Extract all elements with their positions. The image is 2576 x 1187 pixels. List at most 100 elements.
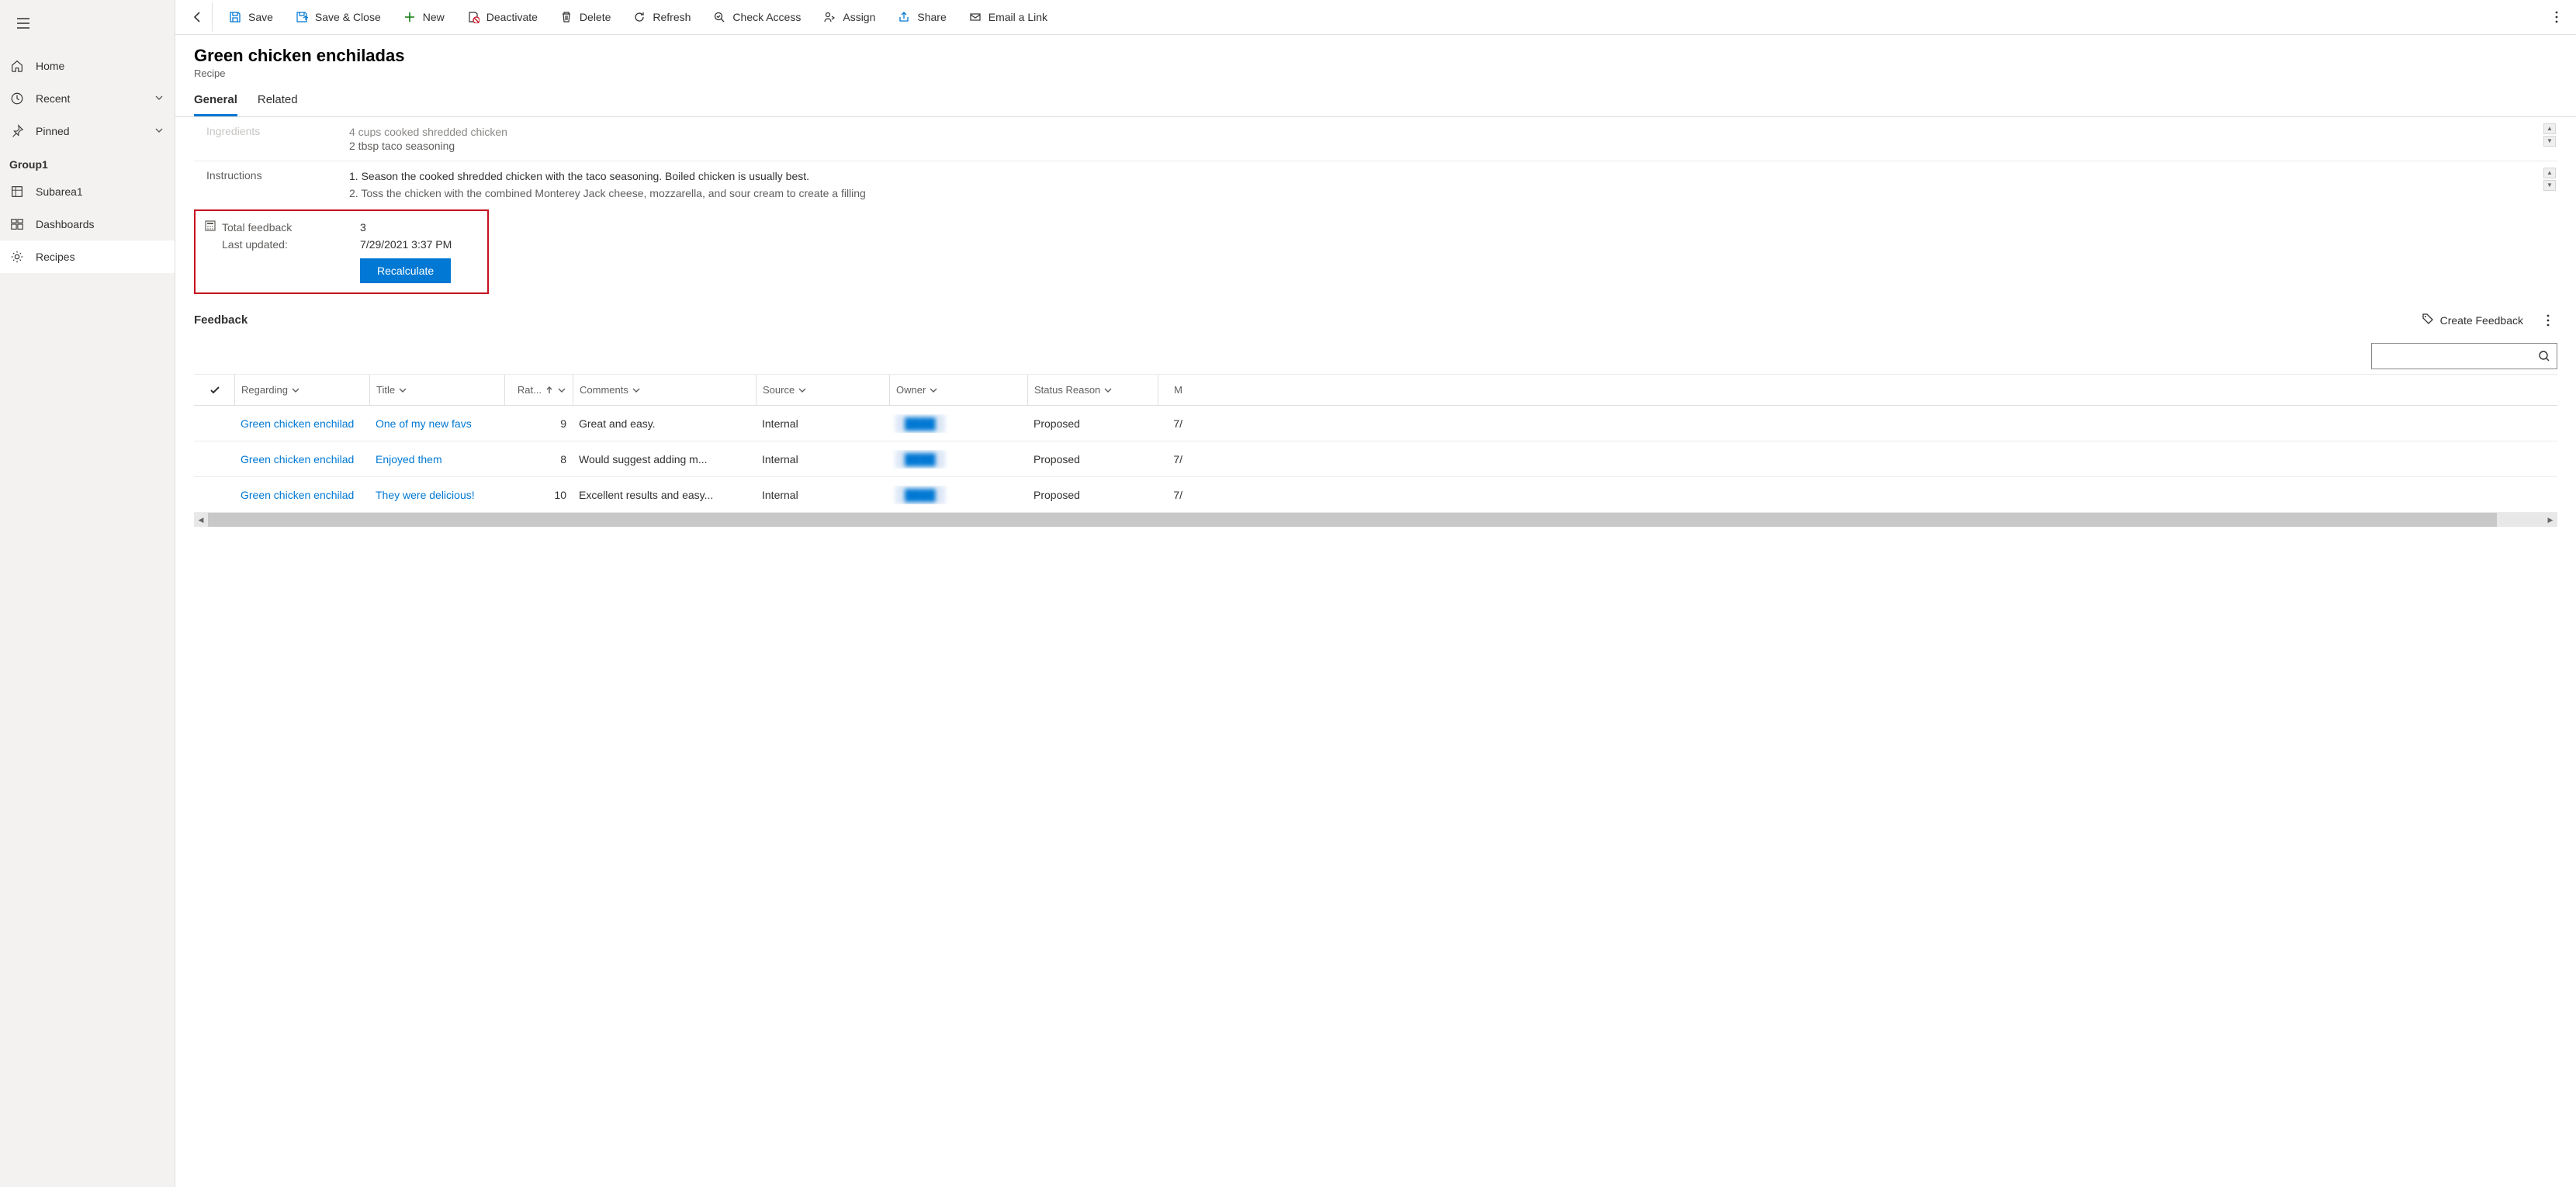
- chevron-down-icon: [154, 125, 165, 137]
- nav-subarea1[interactable]: Subarea1: [0, 175, 175, 208]
- arrow-up-icon: [545, 386, 554, 395]
- select-all-checkbox[interactable]: [194, 375, 234, 406]
- cell-comments: Great and easy.: [573, 417, 756, 430]
- scroll-down-icon[interactable]: ▼: [2543, 180, 2556, 191]
- nav-home[interactable]: Home: [0, 50, 175, 82]
- cell-owner[interactable]: ████: [889, 450, 1027, 469]
- tabs: General Related: [175, 79, 2576, 117]
- chevron-down-icon: [929, 386, 938, 395]
- feedback-table: Regarding Title Rat... Comments: [194, 374, 2557, 527]
- email-link-button[interactable]: Email a Link: [957, 2, 1058, 32]
- check-access-icon: [712, 10, 726, 24]
- save-label: Save: [248, 11, 273, 23]
- new-button[interactable]: New: [392, 2, 455, 32]
- chevron-down-icon: [798, 386, 807, 395]
- deactivate-icon: [466, 10, 480, 24]
- check-access-button[interactable]: Check Access: [701, 2, 812, 32]
- delete-button[interactable]: Delete: [549, 2, 621, 32]
- instructions-line2: 2. Toss the chicken with the combined Mo…: [349, 185, 2557, 202]
- create-feedback-button[interactable]: Create Feedback: [2422, 313, 2523, 327]
- new-label: New: [423, 11, 445, 23]
- ingredients-row: Ingredients 4 cups cooked shredded chick…: [194, 117, 2557, 161]
- ingredients-line1: 4 cups cooked shredded chicken: [349, 123, 2557, 137]
- assign-button[interactable]: Assign: [812, 2, 886, 32]
- scroll-up-icon[interactable]: ▲: [2543, 168, 2556, 178]
- home-icon: [9, 59, 25, 73]
- tab-general[interactable]: General: [194, 93, 237, 116]
- col-m[interactable]: M: [1158, 375, 1189, 406]
- feedback-more-button[interactable]: [2539, 314, 2557, 327]
- sidebar: Home Recent Pinned Group1 Subarea1 Dashb…: [0, 0, 175, 1187]
- col-status[interactable]: Status Reason: [1027, 375, 1158, 406]
- tab-related[interactable]: Related: [258, 93, 298, 116]
- back-button[interactable]: [183, 2, 213, 32]
- hamburger-button[interactable]: [8, 8, 39, 39]
- cell-regarding[interactable]: Green chicken enchilad: [234, 417, 369, 430]
- deactivate-label: Deactivate: [486, 11, 538, 23]
- table-row[interactable]: Green chicken enchiladEnjoyed them8Would…: [194, 441, 2557, 477]
- scroll-down-icon[interactable]: ▼: [2543, 136, 2556, 147]
- save-close-button[interactable]: Save & Close: [284, 2, 392, 32]
- ingredients-line2: 2 tbsp taco seasoning: [349, 137, 2557, 154]
- col-rating[interactable]: Rat...: [504, 375, 573, 406]
- cell-rating: 8: [504, 453, 573, 465]
- trash-icon: [559, 10, 573, 24]
- table-row[interactable]: Green chicken enchiladOne of my new favs…: [194, 406, 2557, 441]
- arrow-left-icon: [192, 11, 204, 23]
- cell-comments: Would suggest adding m...: [573, 453, 756, 465]
- save-icon: [228, 10, 242, 24]
- clock-icon: [9, 92, 25, 106]
- ingredients-value[interactable]: 4 cups cooked shredded chicken 2 tbsp ta…: [349, 123, 2557, 154]
- scroll-up-icon[interactable]: ▲: [2543, 123, 2556, 134]
- feedback-search[interactable]: [2371, 343, 2557, 369]
- share-button[interactable]: Share: [886, 2, 957, 32]
- scroll-right-icon[interactable]: ▶: [2543, 513, 2557, 527]
- check-access-label: Check Access: [732, 11, 801, 23]
- nav-recipes[interactable]: Recipes: [0, 241, 175, 273]
- col-comments[interactable]: Comments: [573, 375, 756, 406]
- ingredients-label: Ingredients: [194, 123, 349, 137]
- save-close-label: Save & Close: [315, 11, 381, 23]
- cell-owner[interactable]: ████: [889, 486, 1027, 504]
- scroll-left-icon[interactable]: ◀: [194, 513, 208, 527]
- share-label: Share: [917, 11, 946, 23]
- nav-pinned[interactable]: Pinned: [0, 115, 175, 147]
- col-owner[interactable]: Owner: [889, 375, 1027, 406]
- save-close-icon: [295, 10, 309, 24]
- cell-source: Internal: [756, 417, 889, 430]
- cell-title[interactable]: They were delicious!: [369, 489, 504, 501]
- content-area[interactable]: Ingredients 4 cups cooked shredded chick…: [175, 117, 2576, 1187]
- cell-owner[interactable]: ████: [889, 414, 1027, 433]
- cell-title[interactable]: One of my new favs: [369, 417, 504, 430]
- horizontal-scrollbar[interactable]: ◀ ▶: [194, 513, 2557, 527]
- total-feedback-value: 3: [360, 221, 366, 234]
- recalculate-button[interactable]: Recalculate: [360, 258, 451, 283]
- ingredients-scroll[interactable]: ▲ ▼: [2543, 123, 2557, 147]
- main: Save Save & Close New Deactivate Delete …: [175, 0, 2576, 1187]
- chevron-down-icon: [291, 386, 300, 395]
- more-commands-button[interactable]: [2545, 2, 2568, 32]
- dashboard-icon: [9, 217, 25, 231]
- cell-title[interactable]: Enjoyed them: [369, 453, 504, 465]
- col-regarding[interactable]: Regarding: [234, 375, 369, 406]
- nav-dashboards[interactable]: Dashboards: [0, 208, 175, 241]
- deactivate-button[interactable]: Deactivate: [455, 2, 549, 32]
- instructions-value[interactable]: 1. Season the cooked shredded chicken wi…: [349, 168, 2557, 202]
- chevron-down-icon: [398, 386, 407, 395]
- feedback-section-header: Feedback Create Feedback: [194, 313, 2557, 332]
- save-button[interactable]: Save: [217, 2, 284, 32]
- feedback-title: Feedback: [194, 313, 248, 327]
- gear-icon: [9, 250, 25, 264]
- cell-regarding[interactable]: Green chicken enchilad: [234, 489, 369, 501]
- table-row[interactable]: Green chicken enchiladThey were deliciou…: [194, 477, 2557, 513]
- cell-regarding[interactable]: Green chicken enchilad: [234, 453, 369, 465]
- page-header: Green chicken enchiladas Recipe: [175, 35, 2576, 79]
- refresh-button[interactable]: Refresh: [621, 2, 701, 32]
- instructions-scroll[interactable]: ▲ ▼: [2543, 168, 2557, 191]
- col-source[interactable]: Source: [756, 375, 889, 406]
- delete-label: Delete: [580, 11, 611, 23]
- col-title[interactable]: Title: [369, 375, 504, 406]
- table-header: Regarding Title Rat... Comments: [194, 375, 2557, 406]
- page-title: Green chicken enchiladas: [194, 46, 2557, 66]
- nav-recent[interactable]: Recent: [0, 82, 175, 115]
